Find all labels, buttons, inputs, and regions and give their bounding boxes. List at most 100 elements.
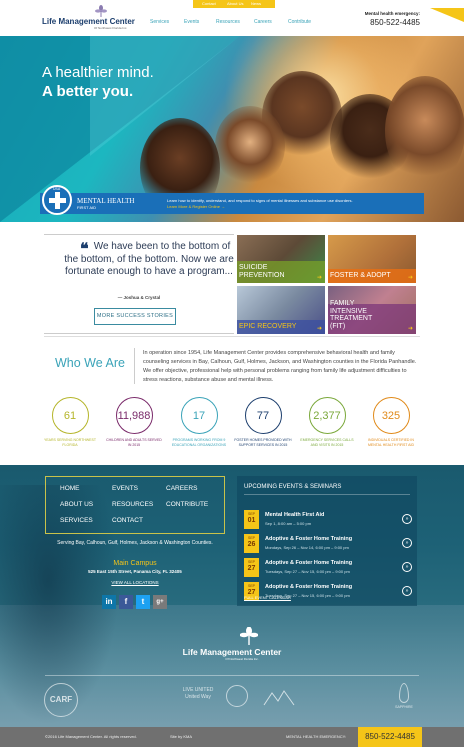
stat-caption: CHILDREN AND ADULTS SERVED IN 2015	[106, 438, 162, 447]
tile-foster-adopt[interactable]: FOSTER & ADOPT ➜	[328, 235, 416, 283]
chevron-right-icon[interactable]: »	[402, 514, 412, 524]
utility-link-news[interactable]: News	[251, 1, 261, 6]
arrow-right-icon: ➜	[316, 326, 322, 332]
hero-figure	[385, 76, 464, 186]
mhfa-subtitle: FIRST AID	[77, 205, 97, 210]
stat-served: 11,988 CHILDREN AND ADULTS SERVED IN 201…	[104, 397, 164, 448]
tile-label: FOSTER & ADOPT	[330, 271, 391, 279]
who-we-are-title: Who We Are	[55, 356, 125, 370]
carf-logo[interactable]: CARF	[44, 683, 78, 717]
united-way-logo[interactable]: LIVE UNITED United Way	[178, 687, 218, 701]
footer-nav-about[interactable]: ABOUT US	[60, 501, 93, 508]
event-date-badge: SEP 26	[244, 534, 259, 553]
emergency-label: Mental health emergency:	[364, 11, 420, 16]
footer-nav: HOME EVENTS CAREERS ABOUT US RESOURCES C…	[45, 476, 225, 534]
tile-label: FAMILY INTENSIVE TREATMENT (FIT)	[330, 300, 373, 330]
stat-value: 2,377	[308, 397, 346, 434]
footer-nav-contact[interactable]: CONTACT	[112, 517, 143, 524]
bottom-bar: ©2016 Life Management Center. All rights…	[0, 727, 464, 747]
mhfa-banner[interactable]: USA MENTAL HEALTH FIRST AID Learn how to…	[40, 185, 424, 215]
footer-nav-home[interactable]: HOME	[60, 485, 80, 492]
mhfa-register-link[interactable]: Learn More & Register Online →	[167, 204, 225, 209]
chevron-right-icon[interactable]: »	[402, 586, 412, 596]
tile-label: SUICIDE PREVENTION	[239, 264, 285, 279]
sapphire-logo[interactable]: SAPPHIRE	[388, 705, 420, 709]
event-time: Sep 1, 8:00 am – 5:00 pm	[265, 521, 312, 526]
partner-seal-icon[interactable]	[226, 685, 248, 707]
site-credit[interactable]: Site by KMA	[170, 734, 192, 739]
footer-nav-resources[interactable]: RESOURCES	[112, 501, 153, 508]
stat-years: 61 YEARS SERVING NORTHWEST FLORIDA	[40, 397, 100, 448]
tile-family-intensive-treatment[interactable]: FAMILY INTENSIVE TREATMENT (FIT) ➜	[328, 286, 416, 334]
stat-caption: YEARS SERVING NORTHWEST FLORIDA	[44, 438, 96, 447]
nav-contribute[interactable]: Contribute	[288, 19, 311, 25]
copyright: ©2016 Life Management Center. All rights…	[45, 734, 137, 739]
arrow-right-icon: ➜	[407, 326, 413, 332]
nav-resources[interactable]: Resources	[216, 19, 240, 25]
stat-value: 11,988	[115, 397, 153, 434]
nav-events[interactable]: Events	[184, 19, 199, 25]
stat-value: 77	[244, 397, 282, 434]
stat-certified: 325 INDIVIDUALS CERTIFIED IN MENTAL HEAL…	[361, 397, 421, 448]
site-header: Life Management Center Of Northwest Flor…	[0, 5, 464, 36]
partner-mountain-icon[interactable]	[262, 687, 296, 707]
full-event-calendar-link[interactable]: FULL EVENT CALENDAR	[244, 595, 291, 600]
stat-programs: 17 PROGRAMS WORKING FROM 9 EDUCATIONAL O…	[169, 397, 229, 448]
event-day: 01	[247, 517, 256, 524]
footer-logo-subtitle: Of Northwest Florida Inc.	[225, 657, 259, 661]
event-date-badge: SEP 01	[244, 510, 259, 529]
twitter-icon[interactable]: t	[136, 595, 150, 609]
header-corner-accent	[430, 8, 464, 22]
more-success-stories-button[interactable]: MORE SUCCESS STORIES	[94, 308, 176, 325]
emergency-contact: Mental health emergency: 850-522-4485	[365, 11, 420, 27]
tile-label: EPIC RECOVERY	[239, 322, 297, 330]
utility-link-contact[interactable]: Contact	[202, 1, 216, 6]
event-day: 27	[247, 565, 256, 572]
event-item[interactable]: SEP 27 Adoptive & Foster Home Training T…	[244, 558, 412, 578]
stat-emergency-calls: 2,377 EMERGENCY SERVICES CALLS AND VISIT…	[297, 397, 357, 448]
facebook-icon[interactable]: f	[119, 595, 133, 609]
utility-link-about[interactable]: About Us	[227, 1, 243, 6]
mhfa-title: MENTAL HEALTH	[77, 197, 135, 205]
logo-name: Life Management Center	[42, 17, 135, 26]
nav-services[interactable]: Services	[150, 19, 169, 25]
chevron-right-icon[interactable]: »	[402, 538, 412, 548]
service-area: Serving Bay, Calhoun, Gulf, Holmes, Jack…	[57, 540, 213, 546]
stat-foster-homes: 77 FOSTER HOMES PROVIDED WITH SUPPORT SE…	[233, 397, 293, 448]
mhfa-cross-icon: USA	[42, 185, 72, 215]
stat-caption: EMERGENCY SERVICES CALLS AND VISITS IN 2…	[300, 438, 354, 447]
testimonial-quote: We have been to the bottom of the bottom…	[64, 241, 234, 277]
footer-nav-services[interactable]: SERVICES	[60, 517, 93, 524]
chevron-right-icon[interactable]: »	[402, 562, 412, 572]
event-time: Mondays, Sep 26 – Nov 14, 6:00 pm – 9:00…	[265, 545, 349, 550]
mountain-icon	[263, 690, 295, 706]
footer-nav-events[interactable]: EVENTS	[112, 485, 138, 492]
hero-headline-1: A healthier mind.	[42, 64, 154, 81]
emergency-phone[interactable]: 850-522-4485	[365, 18, 420, 27]
bottom-emergency-phone[interactable]: 850-522-4485	[358, 727, 422, 747]
bottom-emergency-label: MENTAL HEALTH EMERGENCY:	[286, 734, 347, 739]
events-heading: UPCOMING EVENTS & SEMINARS	[244, 484, 342, 490]
site-logo[interactable]: Life Management Center Of Northwest Flor…	[42, 5, 138, 34]
google-plus-icon[interactable]: g+	[153, 595, 167, 609]
event-item[interactable]: SEP 26 Adoptive & Foster Home Training M…	[244, 534, 412, 554]
footer-nav-careers[interactable]: CAREERS	[166, 485, 197, 492]
tile-epic-recovery[interactable]: EPIC RECOVERY ➜	[237, 286, 325, 334]
view-all-locations-link[interactable]: VIEW ALL LOCATIONS	[45, 580, 225, 585]
site-footer: HOME EVENTS CAREERS ABOUT US RESOURCES C…	[0, 465, 464, 727]
event-item[interactable]: SEP 01 Mental Health First Aid Sep 1, 8:…	[244, 510, 412, 530]
linkedin-icon[interactable]: in	[102, 595, 116, 609]
stat-value: 325	[372, 397, 410, 434]
footer-nav-contribute[interactable]: CONTRIBUTE	[166, 501, 208, 508]
flower-logo-icon	[240, 627, 258, 645]
event-title: Mental Health First Aid	[265, 512, 325, 518]
arrow-right-icon: ➜	[316, 275, 322, 281]
stat-caption: FOSTER HOMES PROVIDED WITH SUPPORT SERVI…	[234, 438, 292, 447]
event-date-badge: SEP 27	[244, 558, 259, 577]
footer-logo[interactable]: Life Management Center Of Northwest Flor…	[172, 627, 292, 661]
tile-suicide-prevention[interactable]: SUICIDE PREVENTION ➜	[237, 235, 325, 283]
flower-logo-icon	[95, 5, 107, 17]
footer-divider	[45, 675, 419, 676]
nav-careers[interactable]: Careers	[254, 19, 272, 25]
footer-logo-name: Life Management Center	[182, 647, 282, 657]
